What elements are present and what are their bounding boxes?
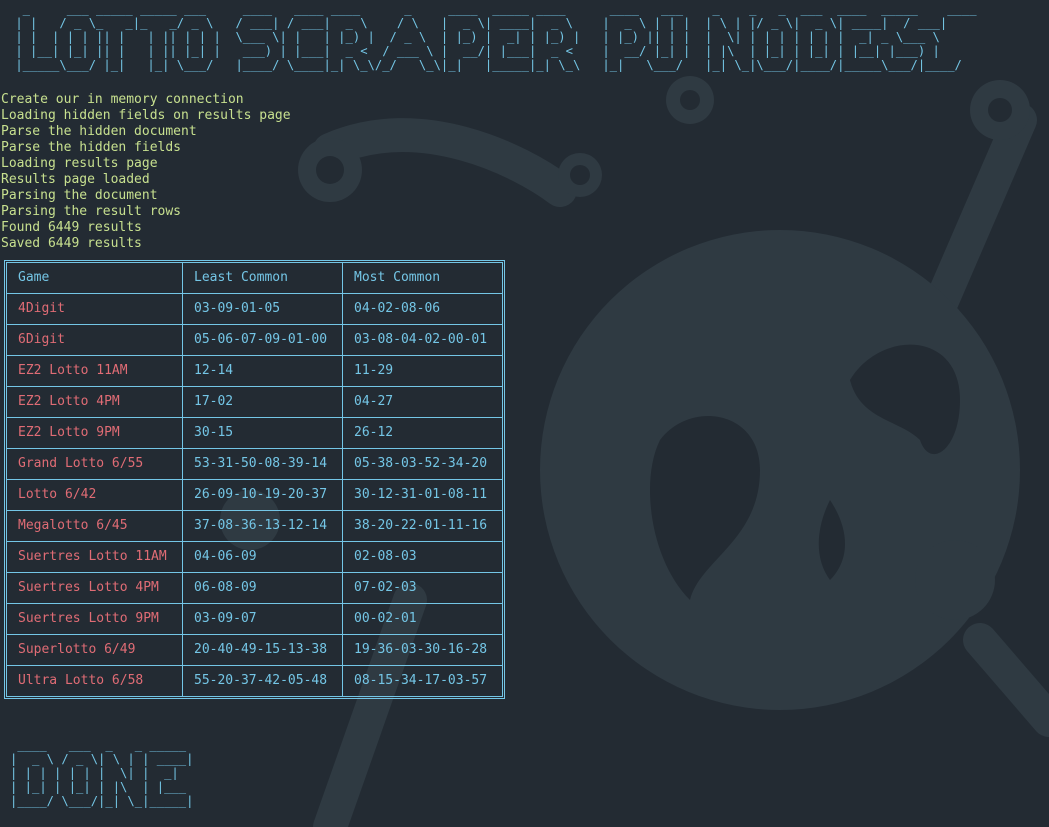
table-row: Lotto 6/42 26-09-10-19-20-37 30-12-31-01… [6, 479, 503, 511]
game-name: Suertres Lotto 4PM [6, 572, 183, 604]
least-common-value: 20-40-49-15-13-38 [182, 634, 343, 666]
least-common-value: 26-09-10-19-20-37 [182, 479, 343, 511]
game-name: Superlotto 6/49 [6, 634, 183, 666]
least-common-value: 03-09-01-05 [182, 293, 343, 325]
table-row: Suertres Lotto 11AM 04-06-09 02-08-03 [6, 541, 503, 573]
log-output: Create our in memory connection Loading … [1, 92, 291, 252]
results-table: Game Least Common Most Common 4Digit 03-… [6, 262, 503, 697]
game-name: Lotto 6/42 [6, 479, 183, 511]
most-common-value: 07-02-03 [342, 572, 503, 604]
table-row: Grand Lotto 6/55 53-31-50-08-39-14 05-38… [6, 448, 503, 480]
header-least-common: Least Common [182, 262, 343, 294]
least-common-value: 06-08-09 [182, 572, 343, 604]
most-common-value: 19-36-03-30-16-28 [342, 634, 503, 666]
table-row: Suertres Lotto 9PM 03-09-07 00-02-01 [6, 603, 503, 635]
most-common-value: 30-12-31-01-08-11 [342, 479, 503, 511]
table-row: 6Digit 05-06-07-09-01-00 03-08-04-02-00-… [6, 324, 503, 356]
header-game: Game [6, 262, 183, 294]
game-name: EZ2 Lotto 4PM [6, 386, 183, 418]
most-common-value: 26-12 [342, 417, 503, 449]
most-common-value: 00-02-01 [342, 603, 503, 635]
game-name: EZ2 Lotto 9PM [6, 417, 183, 449]
game-name: Suertres Lotto 11AM [6, 541, 183, 573]
most-common-value: 05-38-03-52-34-20 [342, 448, 503, 480]
log-line: Results page loaded [1, 172, 150, 187]
game-name: 6Digit [6, 324, 183, 356]
most-common-value: 08-15-34-17-03-57 [342, 665, 503, 697]
least-common-value: 53-31-50-08-39-14 [182, 448, 343, 480]
most-common-value: 04-27 [342, 386, 503, 418]
log-line: Found 6449 results [1, 220, 142, 235]
log-line: Loading hidden fields on results page [1, 108, 291, 123]
log-line: Parse the hidden document [1, 124, 197, 139]
ascii-banner: _ ___ _____ _____ ___ ____ ____ ____ _ _… [15, 2, 977, 72]
game-name: Megalotto 6/45 [6, 510, 183, 542]
least-common-value: 55-20-37-42-05-48 [182, 665, 343, 697]
header-most-common: Most Common [342, 262, 503, 294]
table-row: 4Digit 03-09-01-05 04-02-08-06 [6, 293, 503, 325]
terminal-window: _ ___ _____ _____ ___ ____ ____ ____ _ _… [0, 0, 1049, 827]
least-common-value: 04-06-09 [182, 541, 343, 573]
table-row: Ultra Lotto 6/58 55-20-37-42-05-48 08-15… [6, 665, 503, 697]
game-name: 4Digit [6, 293, 183, 325]
table-row: EZ2 Lotto 9PM 30-15 26-12 [6, 417, 503, 449]
least-common-value: 30-15 [182, 417, 343, 449]
most-common-value: 03-08-04-02-00-01 [342, 324, 503, 356]
table-row: EZ2 Lotto 11AM 12-14 11-29 [6, 355, 503, 387]
game-name: Suertres Lotto 9PM [6, 603, 183, 635]
results-table-frame: Game Least Common Most Common 4Digit 03-… [4, 260, 505, 699]
most-common-value: 38-20-22-01-11-16 [342, 510, 503, 542]
log-line: Parse the hidden fields [1, 140, 182, 155]
most-common-value: 02-08-03 [342, 541, 503, 573]
most-common-value: 11-29 [342, 355, 503, 387]
least-common-value: 17-02 [182, 386, 343, 418]
least-common-value: 03-09-07 [182, 603, 343, 635]
least-common-value: 12-14 [182, 355, 343, 387]
least-common-value: 05-06-07-09-01-00 [182, 324, 343, 356]
table-row: Superlotto 6/49 20-40-49-15-13-38 19-36-… [6, 634, 503, 666]
least-common-value: 37-08-36-13-12-14 [182, 510, 343, 542]
log-line: Create our in memory connection [1, 92, 244, 107]
game-name: EZ2 Lotto 11AM [6, 355, 183, 387]
most-common-value: 04-02-08-06 [342, 293, 503, 325]
game-name: Grand Lotto 6/55 [6, 448, 183, 480]
table-row: Suertres Lotto 4PM 06-08-09 07-02-03 [6, 572, 503, 604]
log-line: Parsing the result rows [1, 204, 182, 219]
game-name: Ultra Lotto 6/58 [6, 665, 183, 697]
log-line: Saved 6449 results [1, 236, 142, 251]
table-header-row: Game Least Common Most Common [6, 262, 503, 294]
ascii-done: ____ ___ _ _ _____ | _ \ / _ \| \ | | __… [10, 738, 194, 808]
log-line: Loading results page [1, 156, 158, 171]
log-line: Parsing the document [1, 188, 158, 203]
table-row: Megalotto 6/45 37-08-36-13-12-14 38-20-2… [6, 510, 503, 542]
table-row: EZ2 Lotto 4PM 17-02 04-27 [6, 386, 503, 418]
